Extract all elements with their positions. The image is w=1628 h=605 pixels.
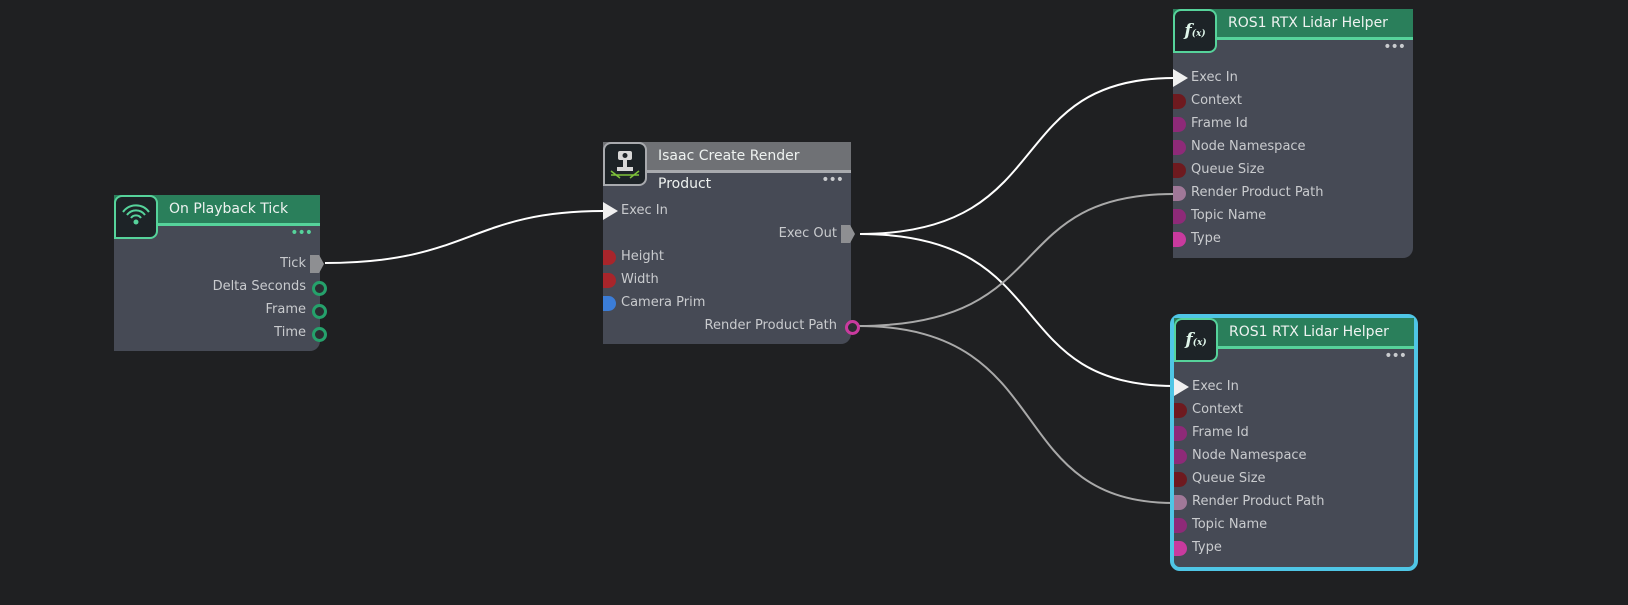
input-pin-topic-name[interactable] (1174, 518, 1187, 533)
more-options-icon[interactable]: ••• (821, 172, 844, 188)
input-pin-context[interactable] (1173, 94, 1186, 109)
input-pin-topic-name[interactable] (1173, 209, 1186, 224)
port-label-render-product-path: Render Product Path (1192, 494, 1325, 509)
exec-out-pin[interactable] (310, 255, 324, 273)
port-label-camera-prim: Camera Prim (621, 295, 706, 310)
node-title: ROS1 RTX Lidar Helper (1228, 15, 1388, 31)
node-on-playback-tick[interactable]: On Playback Tick ••• Tick Delta Seconds … (114, 195, 327, 351)
port-label-exec-in: Exec In (1192, 379, 1239, 394)
input-pin-context[interactable] (1174, 403, 1187, 418)
port-label-delta-seconds: Delta Seconds (212, 279, 306, 294)
input-pin-node-namespace[interactable] (1174, 449, 1187, 464)
input-pin-frame-id[interactable] (1173, 117, 1186, 132)
output-pin-render-product-path[interactable] (845, 320, 860, 335)
input-pin-frame-id[interactable] (1174, 426, 1187, 441)
wire-render-path-to-lidar1[interactable] (857, 193, 1175, 327)
port-label-render-product-path: Render Product Path (1191, 185, 1324, 200)
more-options-icon[interactable]: ••• (1383, 39, 1406, 55)
more-options-icon[interactable]: ••• (1384, 348, 1407, 364)
input-pin-queue-size[interactable] (1174, 472, 1187, 487)
port-label-context: Context (1192, 402, 1243, 417)
exec-out-pin[interactable] (841, 225, 855, 243)
port-label-exec-in: Exec In (1191, 70, 1238, 85)
input-pin-type[interactable] (1174, 541, 1187, 556)
node-title: ROS1 RTX Lidar Helper (1229, 324, 1389, 340)
wire-tick-to-exec-in[interactable] (324, 210, 604, 264)
wire-exec-out-to-lidar1[interactable] (859, 77, 1175, 235)
exec-in-pin[interactable] (1174, 378, 1189, 396)
port-label-tick: Tick (280, 256, 306, 271)
broadcast-icon (114, 195, 158, 239)
port-label-exec-out: Exec Out (778, 226, 837, 241)
port-label-frame-id: Frame Id (1192, 425, 1249, 440)
port-label-render-product-path: Render Product Path (704, 318, 837, 333)
exec-in-pin[interactable] (603, 202, 618, 220)
input-pin-render-product-path[interactable] (1174, 495, 1187, 510)
port-label-frame: Frame (265, 302, 306, 317)
port-label-width: Width (621, 272, 659, 287)
camera-render-icon (603, 142, 647, 186)
port-label-node-namespace: Node Namespace (1192, 448, 1307, 463)
more-options-icon[interactable]: ••• (290, 225, 313, 241)
node-ros1-rtx-lidar-helper-2[interactable]: ROS1 RTX Lidar Helper f(x) ••• Exec In C… (1170, 314, 1418, 571)
node-ros1-rtx-lidar-helper-1[interactable]: ROS1 RTX Lidar Helper f(x) ••• Exec In C… (1173, 9, 1413, 258)
input-pin-camera-prim[interactable] (603, 296, 616, 311)
port-label-time: Time (274, 325, 306, 340)
exec-in-pin[interactable] (1173, 69, 1188, 87)
input-pin-node-namespace[interactable] (1173, 140, 1186, 155)
port-label-queue-size: Queue Size (1191, 162, 1265, 177)
output-pin-time[interactable] (312, 327, 327, 342)
port-label-topic-name: Topic Name (1192, 517, 1268, 532)
function-icon: f(x) (1174, 318, 1218, 362)
input-pin-width[interactable] (603, 273, 616, 288)
input-pin-height[interactable] (603, 250, 616, 265)
port-label-frame-id: Frame Id (1191, 116, 1248, 131)
port-label-context: Context (1191, 93, 1242, 108)
input-pin-queue-size[interactable] (1173, 163, 1186, 178)
port-label-height: Height (621, 249, 664, 264)
input-pin-render-product-path[interactable] (1173, 186, 1186, 201)
function-icon: f(x) (1173, 9, 1217, 53)
output-pin-frame[interactable] (312, 304, 327, 319)
output-pin-delta-seconds[interactable] (312, 281, 327, 296)
node-isaac-create-render-product[interactable]: Isaac Create Render Product ••• Exec In … (603, 142, 860, 344)
port-label-node-namespace: Node Namespace (1191, 139, 1306, 154)
port-label-type: Type (1192, 540, 1222, 555)
port-label-exec-in: Exec In (621, 203, 668, 218)
node-title: On Playback Tick (169, 201, 289, 217)
port-label-topic-name: Topic Name (1191, 208, 1267, 223)
wire-render-path-to-lidar2[interactable] (857, 325, 1175, 504)
node-title: Isaac Create Render Product (658, 148, 800, 192)
wire-exec-out-to-lidar2[interactable] (859, 233, 1175, 387)
port-label-queue-size: Queue Size (1192, 471, 1266, 486)
input-pin-type[interactable] (1173, 232, 1186, 247)
port-label-type: Type (1191, 231, 1221, 246)
